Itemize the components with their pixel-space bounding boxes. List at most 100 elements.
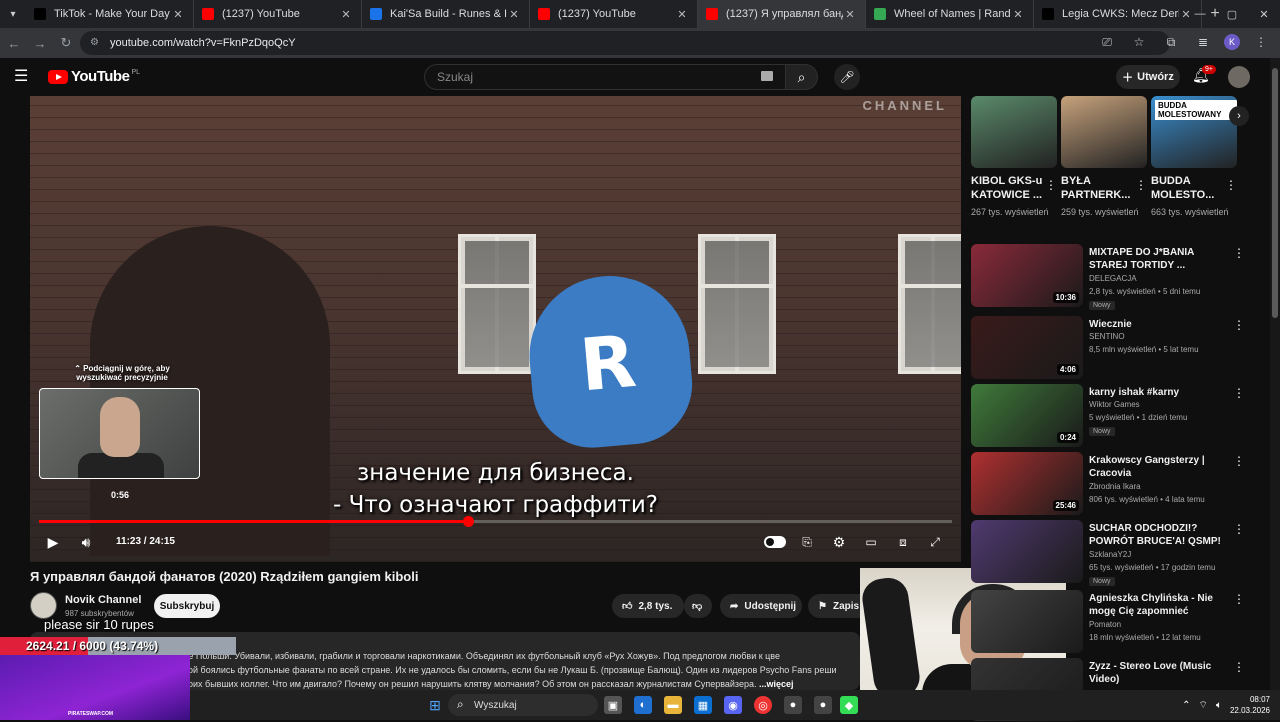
close-window-icon[interactable]: ✕ bbox=[1248, 0, 1280, 28]
short-thumbnail[interactable]: BUDDA MOLESTOWANY bbox=[1151, 96, 1237, 168]
tray-chevron-icon[interactable]: ⌃ bbox=[1182, 700, 1190, 711]
short-title[interactable]: BYŁA PARTNERK... bbox=[1061, 174, 1137, 202]
channel-name[interactable]: SzklanaY2J bbox=[1089, 550, 1131, 559]
keyboard-icon[interactable] bbox=[761, 71, 773, 81]
channel-name[interactable]: Zbrodnia Ikara bbox=[1089, 482, 1141, 491]
video-thumbnail[interactable]: 0:24 bbox=[971, 384, 1083, 447]
cast-icon[interactable]: ⧈ bbox=[894, 532, 912, 552]
recommendation-item[interactable]: 0:24 karny ishak #karny Wiktor Games 5 w… bbox=[971, 384, 1251, 448]
channel-name[interactable]: Wiktor Games bbox=[1089, 400, 1140, 409]
video-thumbnail[interactable]: 4:06 bbox=[971, 316, 1083, 379]
video-title[interactable]: Krakowscy Gangsterzy | Cracovia bbox=[1089, 454, 1227, 480]
url-field[interactable]: ⚙ youtube.com/watch?v=FknPzDqoQcY bbox=[80, 31, 1170, 55]
video-thumbnail[interactable]: 10:36 bbox=[971, 244, 1083, 307]
voice-search-icon[interactable]: 🎤︎ bbox=[834, 64, 860, 90]
chrome-icon[interactable]: ◎ bbox=[754, 696, 772, 714]
site-info-icon[interactable]: ⚙ bbox=[90, 37, 102, 49]
task-view-icon[interactable]: ▣ bbox=[604, 696, 622, 714]
reading-list-icon[interactable]: ≣ bbox=[1192, 31, 1214, 53]
scrollbar-thumb[interactable] bbox=[1272, 68, 1278, 318]
video-thumbnail[interactable] bbox=[971, 590, 1083, 653]
maximize-icon[interactable]: ▢ bbox=[1216, 0, 1248, 28]
search-button[interactable]: ⌕ bbox=[786, 64, 818, 90]
install-app-icon[interactable]: ⎚ bbox=[1096, 31, 1118, 53]
video-title[interactable]: Agnieszka Chylińska - Nie mogę Cię zapom… bbox=[1089, 592, 1227, 618]
browser-tab[interactable]: Kai'Sa Build - Runes & Items Pa ✕ bbox=[362, 0, 530, 28]
store-icon[interactable]: ▦ bbox=[694, 696, 712, 714]
dislike-button[interactable]: 👎︎ bbox=[684, 594, 712, 618]
share-button[interactable]: ➦ Udostępnij bbox=[720, 594, 802, 618]
reload-icon[interactable]: ↻ bbox=[54, 31, 78, 55]
browser-tab[interactable]: (1237) Я управлял бандой фан ✕ bbox=[698, 0, 866, 28]
more-options-icon[interactable]: ⋮ bbox=[1233, 592, 1245, 606]
short-title[interactable]: BUDDA MOLESTO... bbox=[1151, 174, 1227, 202]
browser-menu-icon[interactable]: ⋮ bbox=[1250, 31, 1272, 53]
create-button[interactable]: ＋ Utwórz bbox=[1116, 65, 1180, 89]
profile-avatar[interactable]: K bbox=[1224, 34, 1240, 50]
clock[interactable]: 08:07 22.03.2026 bbox=[1230, 694, 1270, 716]
short-thumbnail[interactable] bbox=[1061, 96, 1147, 168]
more-options-icon[interactable]: ⋮ bbox=[1233, 386, 1245, 400]
browser-tab[interactable]: (1237) YouTube ✕ bbox=[530, 0, 698, 28]
more-options-icon[interactable]: ⋮ bbox=[1233, 318, 1245, 332]
channel-name[interactable]: Pomaton bbox=[1089, 620, 1121, 629]
network-icon[interactable]: ⌔ bbox=[1199, 699, 1208, 712]
taskbar-search[interactable]: Wyszukaj bbox=[448, 694, 598, 716]
more-options-icon[interactable]: ⋮ bbox=[1233, 454, 1245, 468]
more-options-icon[interactable]: ⋮ bbox=[1233, 246, 1245, 260]
forward-icon[interactable]: → bbox=[28, 31, 52, 55]
recommendation-item[interactable]: 10:36 MIXTAPE DO J*BANIA STAREJ TORTIDY … bbox=[971, 244, 1251, 310]
video-thumbnail[interactable]: 25:46 bbox=[971, 452, 1083, 515]
minimize-icon[interactable]: — bbox=[1184, 0, 1216, 28]
close-tab-icon[interactable]: ✕ bbox=[507, 8, 521, 21]
tab-search-icon[interactable]: ▾ bbox=[0, 0, 26, 28]
close-tab-icon[interactable]: ✕ bbox=[675, 8, 689, 21]
page-scrollbar[interactable] bbox=[1270, 58, 1280, 690]
show-more-link[interactable]: ...więcej bbox=[759, 679, 794, 689]
more-options-icon[interactable]: ⋮ bbox=[1233, 522, 1245, 536]
bookmark-star-icon[interactable]: ☆ bbox=[1128, 31, 1150, 53]
save-button[interactable]: ⚑ Zapis bbox=[808, 594, 860, 618]
subscribe-button[interactable]: Subskrybuj bbox=[154, 594, 220, 618]
account-avatar[interactable] bbox=[1228, 66, 1250, 88]
channel-avatar[interactable] bbox=[30, 592, 57, 619]
browser-tab[interactable]: TikTok - Make Your Day ✕ bbox=[26, 0, 194, 28]
extensions-icon[interactable]: ⧉ bbox=[1160, 31, 1182, 53]
recommendation-item[interactable]: 25:46 Krakowscy Gangsterzy | Cracovia Zb… bbox=[971, 452, 1251, 516]
video-title[interactable]: karny ishak #karny bbox=[1089, 386, 1227, 399]
fullscreen-icon[interactable]: ⤢ bbox=[926, 532, 944, 552]
settings-gear-icon[interactable]: ⚙ bbox=[830, 532, 848, 552]
short-thumbnail[interactable] bbox=[971, 96, 1057, 168]
menu-icon[interactable]: ☰ bbox=[14, 68, 34, 86]
channel-name[interactable]: SENTINO bbox=[1089, 332, 1125, 341]
video-thumbnail[interactable] bbox=[971, 520, 1083, 583]
channel-name[interactable]: DELEGACJA bbox=[1089, 274, 1137, 283]
like-button[interactable]: 👍︎ 2,8 tys. bbox=[612, 594, 684, 618]
app-icon[interactable]: ◆ bbox=[840, 696, 858, 714]
subtitles-icon[interactable]: ⎘ bbox=[798, 532, 816, 552]
speaker-icon[interactable]: 🔈︎ bbox=[1216, 700, 1222, 711]
youtube-logo[interactable]: YouTube PL bbox=[48, 68, 140, 85]
short-title[interactable]: KIBOL GKS-u KATOWICE ... bbox=[971, 174, 1047, 202]
recommendation-item[interactable]: 4:06 Wiecznie SENTINO 8,5 mln wyświetleń… bbox=[971, 316, 1251, 380]
more-options-icon[interactable]: ⋮ bbox=[1225, 178, 1237, 192]
progress-bar[interactable] bbox=[39, 516, 952, 527]
edge-icon[interactable]: ◐ bbox=[634, 696, 652, 714]
more-options-icon[interactable]: ⋮ bbox=[1135, 178, 1147, 192]
recommendation-item[interactable]: Agnieszka Chylińska - Nie mogę Cię zapom… bbox=[971, 590, 1251, 654]
more-options-icon[interactable]: ⋮ bbox=[1233, 660, 1245, 674]
browser-tab[interactable]: Legia CWKS: Mecz Derbowy i P ✕ bbox=[1034, 0, 1202, 28]
volume-icon[interactable]: 🔊︎ bbox=[76, 532, 96, 552]
windows-start-icon[interactable]: ⊞ bbox=[426, 696, 444, 714]
play-icon[interactable]: ▶ bbox=[44, 532, 62, 552]
file-explorer-icon[interactable]: ▬ bbox=[664, 696, 682, 714]
video-player[interactable]: R CHANNEL значение для бизнеса. - Что оз… bbox=[30, 96, 961, 562]
video-title[interactable]: Wiecznie bbox=[1089, 318, 1227, 331]
close-tab-icon[interactable]: ✕ bbox=[339, 8, 353, 21]
video-title[interactable]: SUCHAR ODCHODZI!? POWRÓT BRUCE'A! QSMP! … bbox=[1089, 522, 1227, 548]
discord-icon[interactable]: ◉ bbox=[724, 696, 742, 714]
video-title[interactable]: Zyzz - Stereo Love (Music Video) bbox=[1089, 660, 1227, 686]
chevron-right-icon[interactable]: › bbox=[1229, 106, 1249, 126]
browser-tab[interactable]: (1237) YouTube ✕ bbox=[194, 0, 362, 28]
close-tab-icon[interactable]: ✕ bbox=[843, 8, 857, 21]
